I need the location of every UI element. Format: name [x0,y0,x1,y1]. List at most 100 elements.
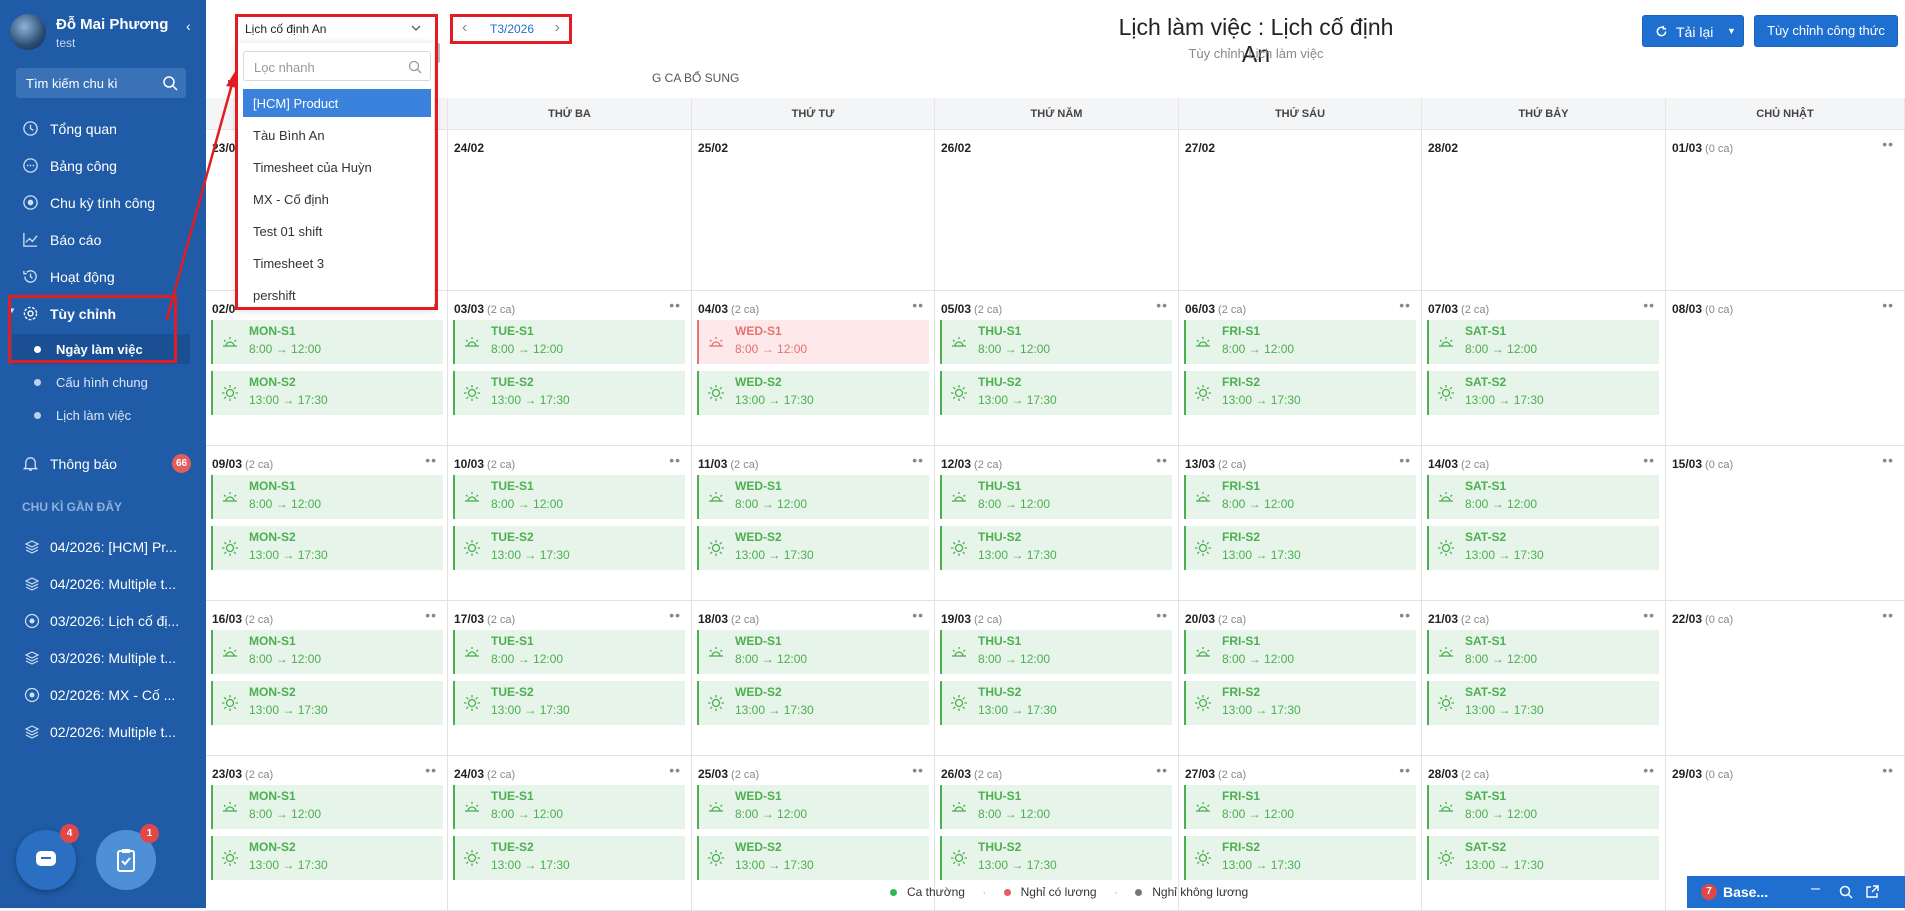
shift-card[interactable]: MON-S1 8:00 → 12:00 [211,630,443,674]
search-icon[interactable] [1839,885,1853,899]
calendar-day-cell[interactable]: 15/03 (0 ca) •• [1666,446,1905,601]
more-options-icon[interactable]: •• [912,452,924,468]
base-widget[interactable]: 7 Base... – [1687,876,1905,908]
more-options-icon[interactable]: •• [1156,452,1168,468]
more-options-icon[interactable]: •• [1882,136,1894,152]
shift-card[interactable]: TUE-S2 13:00 → 17:30 [453,371,685,415]
more-options-icon[interactable]: •• [1643,297,1655,313]
external-link-icon[interactable] [1865,885,1879,899]
more-options-icon[interactable]: •• [669,762,681,778]
shift-card[interactable]: TUE-S1 8:00 → 12:00 [453,785,685,829]
more-options-icon[interactable]: •• [912,297,924,313]
shift-card[interactable]: FRI-S1 8:00 → 12:00 [1184,475,1416,519]
shift-card[interactable]: MON-S2 13:00 → 17:30 [211,681,443,725]
more-options-icon[interactable]: •• [425,762,437,778]
shift-card[interactable]: TUE-S2 13:00 → 17:30 [453,836,685,880]
shift-card[interactable]: SAT-S1 8:00 → 12:00 [1427,320,1659,364]
shift-card[interactable]: FRI-S2 13:00 → 17:30 [1184,836,1416,880]
shift-card[interactable]: WED-S1 8:00 → 12:00 [697,475,929,519]
sidebar-item-cycle[interactable]: Chu kỳ tính công [0,185,206,219]
more-options-icon[interactable]: •• [1643,762,1655,778]
sidebar-item-reports[interactable]: Báo cáo [0,222,206,256]
shift-card[interactable]: MON-S1 8:00 → 12:00 [211,320,443,364]
shift-card[interactable]: MON-S1 8:00 → 12:00 [211,475,443,519]
calendar-day-cell[interactable]: 28/03 (2 ca) •• SAT-S1 8:00 → 12:00 SAT-S2 13:… [1422,756,1666,911]
tab-extra-shifts[interactable]: G CA BỔ SUNG [652,71,739,85]
more-options-icon[interactable]: •• [912,607,924,623]
calendar-day-cell[interactable]: 23/03 (2 ca) •• MON-S1 8:00 → 12:00 MON-S2 13:… [206,756,448,911]
shift-card[interactable]: MON-S1 8:00 → 12:00 [211,785,443,829]
shift-card[interactable]: SAT-S1 8:00 → 12:00 [1427,630,1659,674]
shift-card[interactable]: FRI-S1 8:00 → 12:00 [1184,320,1416,364]
more-options-icon[interactable]: •• [669,607,681,623]
calendar-day-cell[interactable]: 10/03 (2 ca) •• TUE-S1 8:00 → 12:00 TUE-S2 13:… [448,446,692,601]
more-options-icon[interactable]: •• [1399,762,1411,778]
shift-card[interactable]: THU-S2 13:00 → 17:30 [940,526,1172,570]
calendar-day-cell[interactable]: 25/02 [692,130,935,291]
shift-card[interactable]: WED-S2 13:00 → 17:30 [697,526,929,570]
recent-cycle-item[interactable]: 03/2026: Multiple t... [0,641,206,675]
calendar-day-cell[interactable]: 13/03 (2 ca) •• FRI-S1 8:00 → 12:00 FRI-S2 13:… [1179,446,1422,601]
shift-card[interactable]: FRI-S2 13:00 → 17:30 [1184,526,1416,570]
calendar-day-cell[interactable]: 18/03 (2 ca) •• WED-S1 8:00 → 12:00 WED-S2 13:… [692,601,935,756]
calendar-day-cell[interactable]: 24/02 [448,130,692,291]
calendar-day-cell[interactable]: 20/03 (2 ca) •• FRI-S1 8:00 → 12:00 FRI-S2 13:… [1179,601,1422,756]
more-options-icon[interactable]: •• [1643,607,1655,623]
shift-card[interactable]: WED-S2 13:00 → 17:30 [697,371,929,415]
calendar-day-cell[interactable]: 07/03 (2 ca) •• SAT-S1 8:00 → 12:00 SAT-S2 13:… [1422,291,1666,446]
calendar-day-cell[interactable]: 12/03 (2 ca) •• THU-S1 8:00 → 12:00 THU-S2 13:… [935,446,1179,601]
more-options-icon[interactable]: •• [425,452,437,468]
user-profile[interactable]: Đỗ Mai Phương test [10,12,200,56]
calendar-day-cell[interactable]: 03/03 (2 ca) •• TUE-S1 8:00 → 12:00 TUE-S2 13:… [448,291,692,446]
shift-card[interactable]: FRI-S2 13:00 → 17:30 [1184,681,1416,725]
shift-card[interactable]: TUE-S1 8:00 → 12:00 [453,630,685,674]
shift-card[interactable]: THU-S1 8:00 → 12:00 [940,630,1172,674]
calendar-day-cell[interactable]: 24/03 (2 ca) •• TUE-S1 8:00 → 12:00 TUE-S2 13:… [448,756,692,911]
shift-card[interactable]: SAT-S2 13:00 → 17:30 [1427,836,1659,880]
recent-cycle-item[interactable]: 04/2026: Multiple t... [0,567,206,601]
calendar-day-cell[interactable]: 09/03 (2 ca) •• MON-S1 8:00 → 12:00 MON-S2 13:… [206,446,448,601]
calendar-day-cell[interactable]: 22/03 (0 ca) •• [1666,601,1905,756]
more-options-icon[interactable]: •• [669,452,681,468]
more-options-icon[interactable]: •• [1399,297,1411,313]
sidebar-sub-schedule[interactable]: Lịch làm việc [12,400,190,430]
more-options-icon[interactable]: •• [1156,297,1168,313]
shift-card[interactable]: TUE-S1 8:00 → 12:00 [453,320,685,364]
shift-card[interactable]: MON-S2 13:00 → 17:30 [211,371,443,415]
calendar-day-cell[interactable]: 17/03 (2 ca) •• TUE-S1 8:00 → 12:00 TUE-S2 13:… [448,601,692,756]
calendar-day-cell[interactable]: 05/03 (2 ca) •• THU-S1 8:00 → 12:00 THU-S2 13:… [935,291,1179,446]
calendar-day-cell[interactable]: 01/03 (0 ca) •• [1666,130,1905,291]
shift-card[interactable]: SAT-S2 13:00 → 17:30 [1427,526,1659,570]
sidebar-item-timesheet[interactable]: Bảng công [0,148,206,182]
recent-cycle-item[interactable]: 03/2026: Lịch cố đị... [0,604,206,638]
recent-cycle-item[interactable]: 02/2026: Multiple t... [0,715,206,749]
more-options-icon[interactable]: •• [1643,452,1655,468]
calendar-day-cell[interactable]: 02/0••MON-S18:00 → 12:00MON-S213:00 → 17… [206,291,448,446]
more-options-icon[interactable]: •• [1882,452,1894,468]
shift-card[interactable]: THU-S2 13:00 → 17:30 [940,371,1172,415]
calendar-day-cell[interactable]: 21/03 (2 ca) •• SAT-S1 8:00 → 12:00 SAT-S2 13:… [1422,601,1666,756]
shift-card[interactable]: WED-S1 8:00 → 12:00 [697,320,929,364]
recent-cycle-item[interactable]: 02/2026: MX - Cố ... [0,678,206,712]
calendar-day-cell[interactable]: 11/03 (2 ca) •• WED-S1 8:00 → 12:00 WED-S2 13:… [692,446,935,601]
more-options-icon[interactable]: •• [1399,452,1411,468]
sidebar-item-overview[interactable]: Tổng quan [0,111,206,145]
sidebar-sub-general-config[interactable]: Cấu hình chung [12,367,190,397]
calendar-day-cell[interactable]: 19/03 (2 ca) •• THU-S1 8:00 → 12:00 THU-S2 13:… [935,601,1179,756]
custom-formula-button[interactable]: Tùy chỉnh công thức [1754,15,1898,47]
shift-card[interactable]: THU-S1 8:00 → 12:00 [940,785,1172,829]
shift-card[interactable]: FRI-S1 8:00 → 12:00 [1184,785,1416,829]
shift-card[interactable]: MON-S2 13:00 → 17:30 [211,836,443,880]
shift-card[interactable]: SAT-S1 8:00 → 12:00 [1427,785,1659,829]
more-options-icon[interactable]: •• [1882,297,1894,313]
calendar-day-cell[interactable]: 16/03 (2 ca) •• MON-S1 8:00 → 12:00 MON-S2 13:… [206,601,448,756]
reload-button[interactable]: Tải lại ▼ [1642,15,1744,47]
more-options-icon[interactable]: •• [1156,607,1168,623]
shift-card[interactable]: SAT-S2 13:00 → 17:30 [1427,371,1659,415]
shift-card[interactable]: TUE-S2 13:00 → 17:30 [453,526,685,570]
calendar-day-cell[interactable]: 26/02 [935,130,1179,291]
shift-card[interactable]: WED-S1 8:00 → 12:00 [697,785,929,829]
shift-card[interactable]: WED-S2 13:00 → 17:30 [697,681,929,725]
sidebar-item-notifications[interactable]: Thông báo 66 [0,446,206,480]
shift-card[interactable]: SAT-S1 8:00 → 12:00 [1427,475,1659,519]
